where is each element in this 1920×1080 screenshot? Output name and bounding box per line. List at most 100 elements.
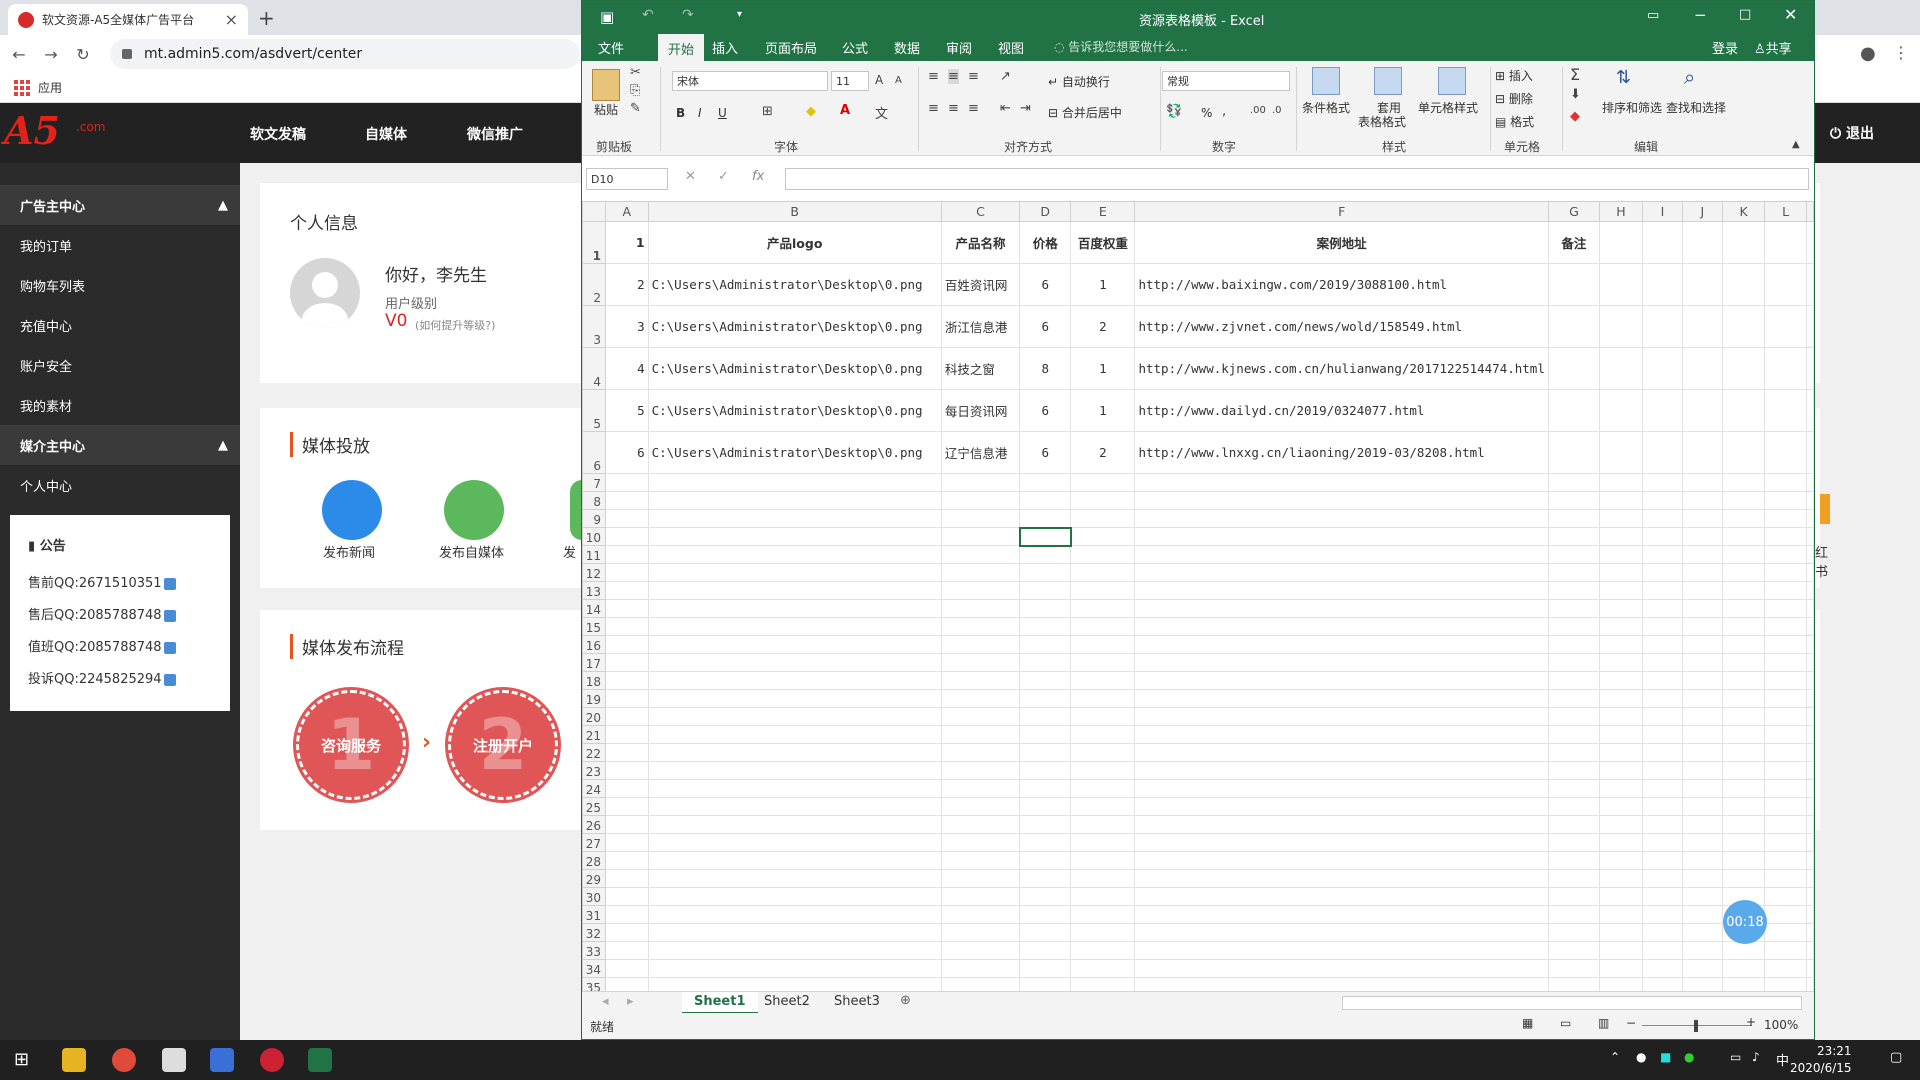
cell[interactable] xyxy=(605,527,649,546)
cell[interactable] xyxy=(1641,815,1683,834)
cell[interactable] xyxy=(1721,959,1766,978)
cell[interactable] xyxy=(1547,305,1600,348)
cell[interactable] xyxy=(1806,923,1814,942)
tab-insert[interactable]: 插入 xyxy=(712,38,738,57)
cell[interactable] xyxy=(1134,671,1549,690)
cell[interactable] xyxy=(940,743,1021,762)
row-header[interactable]: 9 xyxy=(582,509,606,528)
cell[interactable] xyxy=(1547,491,1600,510)
row-header[interactable]: 15 xyxy=(582,617,606,636)
cell[interactable] xyxy=(1134,797,1549,816)
cell[interactable] xyxy=(1721,527,1766,546)
cell[interactable] xyxy=(1806,761,1814,780)
cell[interactable] xyxy=(1681,545,1723,564)
row-header[interactable]: 22 xyxy=(582,743,606,762)
nav-item-zimeiti[interactable]: 自媒体 xyxy=(365,124,407,144)
cell[interactable] xyxy=(1764,815,1807,834)
font-color-icon[interactable]: A xyxy=(840,103,850,118)
sidebar-item-recharge[interactable]: 充值中心 xyxy=(0,305,240,345)
cell[interactable] xyxy=(1721,869,1766,888)
cell[interactable] xyxy=(1641,431,1683,474)
table-format-icon[interactable] xyxy=(1374,67,1402,95)
cell[interactable] xyxy=(647,509,942,528)
cell[interactable] xyxy=(940,725,1021,744)
cell[interactable] xyxy=(1019,473,1072,492)
cell[interactable] xyxy=(1641,887,1683,906)
cell[interactable] xyxy=(1598,581,1643,600)
cell[interactable] xyxy=(1806,869,1814,888)
cell[interactable] xyxy=(647,833,942,852)
row-header[interactable]: 16 xyxy=(582,635,606,654)
cell[interactable] xyxy=(940,491,1021,510)
conditional-format-button[interactable]: 条件格式 xyxy=(1302,99,1350,116)
cell[interactable] xyxy=(1547,599,1600,618)
cell[interactable] xyxy=(647,653,942,672)
cell[interactable]: 4 xyxy=(605,347,649,390)
cell[interactable] xyxy=(1681,851,1723,870)
browser-tab[interactable]: 软文资源-A5全媒体广告平台 × xyxy=(8,4,248,35)
format-painter-icon[interactable]: ✎ xyxy=(630,101,641,116)
bold-button[interactable]: B xyxy=(676,106,685,120)
undo-icon[interactable]: ↶ xyxy=(642,7,654,23)
cell[interactable] xyxy=(1547,563,1600,582)
cell[interactable] xyxy=(1764,707,1807,726)
cell[interactable] xyxy=(1070,635,1136,654)
cell[interactable] xyxy=(940,941,1021,960)
cell[interactable] xyxy=(647,797,942,816)
cell[interactable]: 科技之窗 xyxy=(940,347,1021,390)
cell[interactable] xyxy=(1641,347,1683,390)
cell[interactable] xyxy=(1721,707,1766,726)
cell[interactable] xyxy=(1019,833,1072,852)
cell[interactable] xyxy=(647,923,942,942)
increase-decimal-icon[interactable]: .00 xyxy=(1250,105,1266,116)
cell[interactable] xyxy=(1547,833,1600,852)
cell[interactable] xyxy=(1598,563,1643,582)
row-header[interactable]: 2 xyxy=(582,263,606,306)
cell[interactable] xyxy=(1641,473,1683,492)
row-header[interactable]: 4 xyxy=(582,347,606,390)
cell[interactable]: 2 xyxy=(1070,305,1136,348)
cell[interactable] xyxy=(1681,761,1723,780)
volume-icon[interactable]: ♪ xyxy=(1752,1050,1760,1064)
cell[interactable] xyxy=(1641,689,1683,708)
cell[interactable] xyxy=(940,779,1021,798)
cell[interactable] xyxy=(940,653,1021,672)
cell[interactable] xyxy=(1019,599,1072,618)
cell[interactable] xyxy=(1721,599,1766,618)
cell[interactable] xyxy=(605,581,649,600)
cell[interactable] xyxy=(1764,797,1807,816)
sidebar-item-orders[interactable]: 我的订单 xyxy=(0,225,240,265)
cell[interactable] xyxy=(1806,653,1814,672)
cell[interactable] xyxy=(647,671,942,690)
cell[interactable] xyxy=(1681,221,1723,264)
cell[interactable] xyxy=(1806,305,1814,348)
formula-input[interactable] xyxy=(785,168,1809,190)
row-header[interactable]: 18 xyxy=(582,671,606,690)
cell[interactable] xyxy=(1681,389,1723,432)
row-header[interactable]: 6 xyxy=(582,431,606,474)
cell[interactable] xyxy=(1070,779,1136,798)
column-header[interactable]: G xyxy=(1547,201,1600,222)
cell[interactable] xyxy=(1806,491,1814,510)
cell[interactable] xyxy=(1547,347,1600,390)
nav-item-ruanwen[interactable]: 软文发稿 xyxy=(250,124,306,144)
cell[interactable] xyxy=(605,851,649,870)
cell[interactable] xyxy=(1547,887,1600,906)
cell[interactable] xyxy=(1641,923,1683,942)
cell[interactable]: 6 xyxy=(1019,263,1072,306)
cell[interactable] xyxy=(1681,473,1723,492)
column-header[interactable]: I xyxy=(1641,201,1683,222)
tab-file[interactable]: 文件 xyxy=(598,38,624,57)
name-box[interactable]: D10 xyxy=(586,168,668,190)
cell[interactable] xyxy=(1721,617,1766,636)
cell[interactable] xyxy=(1806,263,1814,306)
delete-cells-button[interactable]: ⊟ 删除 xyxy=(1495,90,1533,107)
cell[interactable] xyxy=(1721,743,1766,762)
cell[interactable] xyxy=(1134,599,1549,618)
site-logo[interactable]: A5 xyxy=(4,108,60,153)
cell[interactable]: 6 xyxy=(1019,389,1072,432)
italic-button[interactable]: I xyxy=(698,106,702,120)
row-header[interactable]: 20 xyxy=(582,707,606,726)
cell[interactable] xyxy=(1806,959,1814,978)
copy-icon[interactable]: ⎘ xyxy=(630,83,640,98)
